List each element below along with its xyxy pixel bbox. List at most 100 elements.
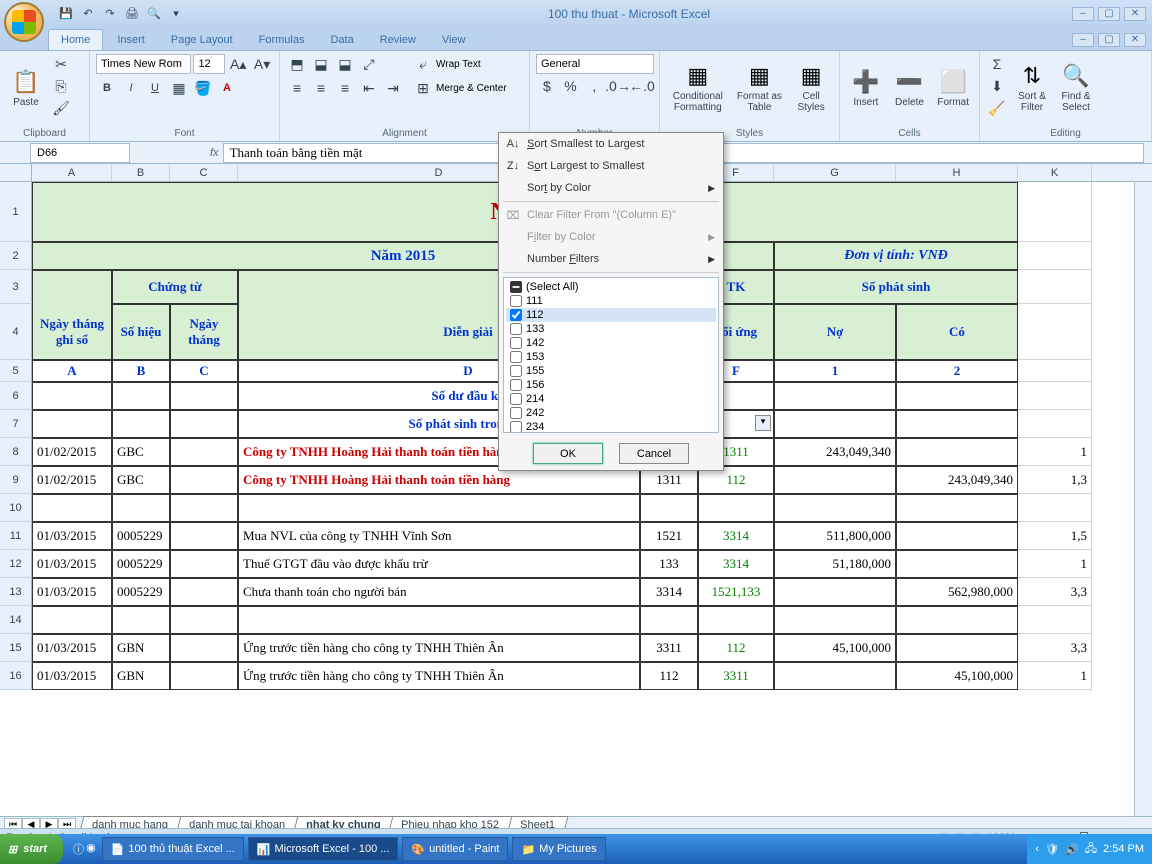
format-table-button[interactable]: ▦Format as Table	[734, 54, 786, 122]
data-cell[interactable]: 243,049,340	[896, 466, 1018, 494]
data-cell[interactable]: 133	[640, 550, 698, 578]
data-cell[interactable]	[640, 494, 698, 522]
col-header-k[interactable]: K	[1018, 164, 1092, 181]
row-header[interactable]: 14	[0, 606, 32, 634]
data-cell[interactable]	[698, 606, 774, 634]
data-cell[interactable]	[774, 494, 896, 522]
row-header[interactable]: 2	[0, 242, 32, 270]
indent-dec-icon[interactable]: ⇤	[358, 78, 380, 98]
hdr-docdate[interactable]: Ngày tháng	[170, 304, 238, 360]
format-cells-button[interactable]: ⬜Format	[933, 54, 973, 122]
cell[interactable]	[1018, 242, 1092, 270]
data-cell[interactable]	[170, 662, 238, 690]
row-header[interactable]: 4	[0, 304, 32, 360]
checkbox[interactable]	[510, 351, 522, 363]
number-filters-item[interactable]: Number Filters▶	[499, 248, 723, 270]
filter-check-item[interactable]: 242	[506, 406, 716, 420]
save-icon[interactable]: 💾	[56, 4, 76, 24]
filter-check-item[interactable]: 156	[506, 378, 716, 392]
data-cell[interactable]: 3311	[698, 662, 774, 690]
data-cell[interactable]: 112	[640, 662, 698, 690]
data-cell[interactable]: 562,980,000	[896, 578, 1018, 606]
cell[interactable]	[1018, 182, 1092, 242]
hdr-credit[interactable]: Có	[896, 304, 1018, 360]
data-cell[interactable]	[238, 606, 640, 634]
data-cell[interactable]: 3314	[698, 522, 774, 550]
cut-icon[interactable]: ✂	[50, 54, 72, 74]
filter-check-item[interactable]: 155	[506, 364, 716, 378]
tab-page-layout[interactable]: Page Layout	[159, 30, 245, 50]
row-header[interactable]: 12	[0, 550, 32, 578]
cell[interactable]	[774, 382, 896, 410]
indent-inc-icon[interactable]: ⇥	[382, 78, 404, 98]
cell-styles-button[interactable]: ▦Cell Styles	[789, 54, 833, 122]
filter-check-item[interactable]: 214	[506, 392, 716, 406]
data-cell[interactable]	[1018, 494, 1092, 522]
data-cell[interactable]: 1	[1018, 550, 1092, 578]
vertical-scrollbar[interactable]	[1134, 182, 1152, 816]
data-cell[interactable]	[896, 550, 1018, 578]
letter-a[interactable]: A	[32, 360, 112, 382]
tab-review[interactable]: Review	[368, 30, 428, 50]
fill-icon[interactable]: ⬇	[986, 76, 1008, 96]
close-button[interactable]: ✕	[1124, 7, 1146, 21]
hdr-date-sub[interactable]: Ngày tháng ghi sổ	[32, 304, 112, 360]
hdr-docno[interactable]: Số hiệu	[112, 304, 170, 360]
font-name-combo[interactable]: Times New Rom	[96, 54, 191, 74]
qat-more-icon[interactable]: ▾	[166, 4, 186, 24]
data-cell[interactable]	[698, 494, 774, 522]
cell[interactable]	[1018, 382, 1092, 410]
print-icon[interactable]: 🖨	[122, 4, 142, 24]
data-cell[interactable]	[774, 578, 896, 606]
tray-chrome-icon[interactable]: ◉	[86, 841, 96, 857]
cell[interactable]	[1018, 410, 1092, 438]
data-cell[interactable]	[112, 606, 170, 634]
redo-icon[interactable]: ↷	[100, 4, 120, 24]
underline-button[interactable]: U	[144, 78, 166, 98]
row-header[interactable]: 9	[0, 466, 32, 494]
filter-dropdown-icon[interactable]: ▾	[755, 415, 771, 431]
tray-ie-icon[interactable]: ⓘ	[73, 841, 84, 857]
data-cell[interactable]: GBN	[112, 662, 170, 690]
font-color-button[interactable]: A	[216, 78, 238, 98]
checkbox[interactable]	[510, 365, 522, 377]
data-cell[interactable]: Thuế GTGT đầu vào được khấu trừ	[238, 550, 640, 578]
align-left-icon[interactable]: ≡	[286, 78, 308, 98]
data-cell[interactable]	[170, 438, 238, 466]
hdr-doc[interactable]: Chứng từ	[112, 270, 238, 304]
data-cell[interactable]: 01/03/2015	[32, 550, 112, 578]
cell[interactable]	[1018, 304, 1092, 360]
tab-home[interactable]: Home	[48, 29, 103, 50]
data-cell[interactable]: 1521,133	[698, 578, 774, 606]
align-center-icon[interactable]: ≡	[310, 78, 332, 98]
taskbar-app-button[interactable]: 📊Microsoft Excel - 100 ...	[248, 837, 399, 861]
checkbox[interactable]	[510, 309, 522, 321]
data-cell[interactable]: 01/02/2015	[32, 438, 112, 466]
data-cell[interactable]: Ứng trước tiền hàng cho công ty TNHH Thi…	[238, 662, 640, 690]
data-cell[interactable]: 01/02/2015	[32, 466, 112, 494]
cell[interactable]	[896, 382, 1018, 410]
data-cell[interactable]: 1	[1018, 438, 1092, 466]
data-cell[interactable]: Mua NVL của công ty TNHH Vĩnh Sơn	[238, 522, 640, 550]
cell[interactable]	[1018, 360, 1092, 382]
data-cell[interactable]	[32, 606, 112, 634]
unit-cell[interactable]: Đơn vị tính: VNĐ	[774, 242, 1018, 270]
checkbox[interactable]	[510, 323, 522, 335]
row-header[interactable]: 3	[0, 270, 32, 304]
insert-cells-button[interactable]: ➕Insert	[846, 54, 886, 122]
letter-2[interactable]: 2	[896, 360, 1018, 382]
data-cell[interactable]	[238, 494, 640, 522]
data-cell[interactable]: 511,800,000	[774, 522, 896, 550]
data-cell[interactable]: 1,3	[1018, 466, 1092, 494]
checkbox[interactable]	[510, 281, 522, 293]
cell[interactable]	[896, 410, 1018, 438]
data-cell[interactable]	[896, 634, 1018, 662]
shrink-font-icon[interactable]: A▾	[251, 54, 273, 74]
align-top-icon[interactable]: ⬒	[286, 54, 308, 74]
font-size-combo[interactable]: 12	[193, 54, 225, 74]
data-cell[interactable]	[32, 494, 112, 522]
cancel-button[interactable]: Cancel	[619, 443, 689, 464]
tray-expand-icon[interactable]: ‹	[1035, 843, 1039, 855]
checkbox[interactable]	[510, 407, 522, 419]
checkbox[interactable]	[510, 295, 522, 307]
